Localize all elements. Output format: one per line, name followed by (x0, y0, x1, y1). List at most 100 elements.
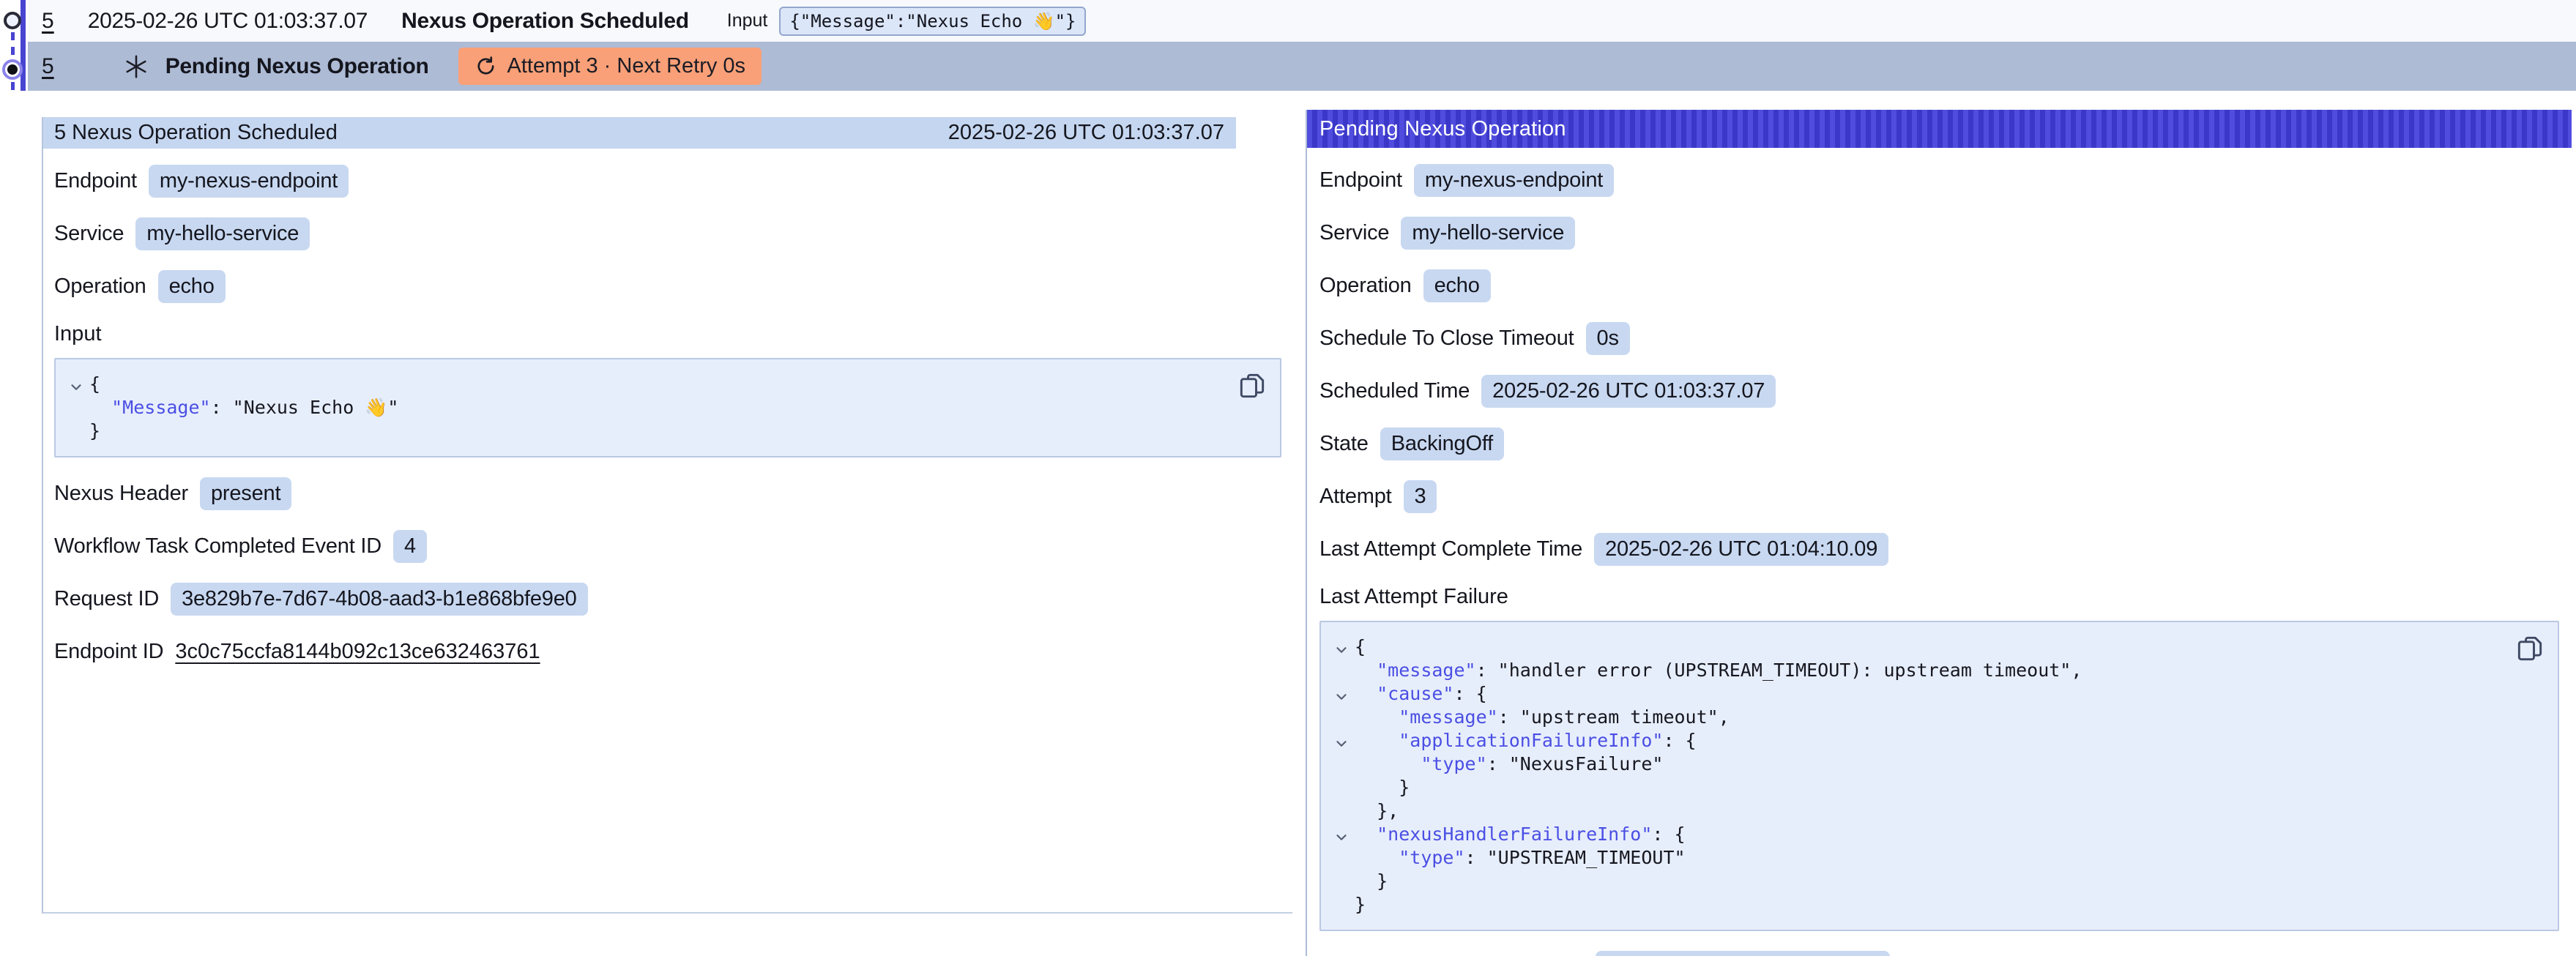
json-code-text: } (1355, 776, 1410, 799)
json-code-text: "type": "UPSTREAM_TIMEOUT" (1355, 846, 1686, 870)
json-line: { (1328, 635, 2506, 659)
json-code-text: } (89, 419, 100, 443)
copy-icon (2514, 632, 2546, 665)
json-line: } (1328, 776, 2506, 799)
json-gutter (63, 396, 89, 419)
field-value-badge: BackingOff (1380, 427, 1504, 460)
field-value-badge: 3e829b7e-7d67-4b08-aad3-b1e868bfe9e0 (171, 583, 587, 616)
timeline-node-open-icon (4, 12, 21, 29)
json-line: "applicationFailureInfo": { (1328, 729, 2506, 753)
json-gutter (1328, 776, 1355, 799)
field-value-link[interactable]: 3c0c75ccfa8144b092c13ce632463761 (175, 640, 540, 664)
field-value-badge: 4 (393, 530, 427, 563)
json-line: "message": "upstream timeout", (1328, 706, 2506, 729)
event-details-header: 5 Nexus Operation Scheduled 2025-02-26 U… (43, 117, 1236, 149)
json-gutter (1328, 799, 1355, 823)
json-collapse-chevron-icon[interactable] (63, 373, 89, 396)
pending-operation-footer-field: Next Attempt Schedule Time2025-02-26 UTC… (1319, 950, 2559, 956)
event-row-pending[interactable]: 5 Pending Nexus Operation Attempt 3 · Ne… (28, 42, 2576, 91)
retry-icon (474, 55, 497, 78)
field-row: Nexus Headerpresent (54, 477, 1292, 510)
event-details-header-title: 5 Nexus Operation Scheduled (54, 121, 338, 145)
field-row: Endpoint my-nexus-endpoint (1319, 163, 2559, 197)
json-gutter (1328, 659, 1355, 682)
field-value-badge: my-hello-service (1401, 217, 1575, 250)
field-row: Attempt 3 (1319, 479, 2559, 513)
temporal-event-history-screen: 5 2025-02-26 UTC 01:03:37.07 Nexus Opera… (0, 0, 2576, 956)
failure-section-label: Last Attempt Failure (1319, 585, 2559, 609)
event-timestamp: 2025-02-26 UTC 01:03:37.07 (88, 9, 368, 34)
timeline-active-bar (21, 0, 26, 91)
pending-operation-panel: Pending Nexus Operation Endpoint my-nexus… (1306, 110, 2572, 956)
json-line: } (1328, 870, 2506, 893)
field-row: Operationecho (1319, 269, 2559, 302)
field-label: Attempt (1319, 485, 1392, 509)
pending-operation-header-title: Pending Nexus Operation (1319, 117, 1566, 141)
json-collapse-chevron-icon[interactable] (1328, 635, 1355, 659)
timeline-dashed-connector (11, 32, 15, 60)
json-line: "type": "NexusFailure" (1328, 753, 2506, 776)
json-line: "message": "handler error (UPSTREAM_TIME… (1328, 659, 2506, 682)
json-code-text: } (1355, 893, 1366, 916)
field-label: State (1319, 432, 1369, 456)
json-collapse-chevron-icon[interactable] (1328, 682, 1355, 706)
json-code-text: { (89, 373, 100, 396)
copy-failure-button[interactable] (2514, 632, 2546, 665)
field-row: Endpoint ID3c0c75ccfa8144b092c13ce632463… (54, 635, 1292, 668)
pending-asterisk-icon (123, 53, 149, 80)
json-gutter (1328, 706, 1355, 729)
field-label: Endpoint (1319, 168, 1402, 193)
field-row: Operationecho (54, 269, 1292, 303)
event-title: Nexus Operation Scheduled (401, 9, 689, 34)
event-details-fields-bottom: Nexus Headerpresent Workflow Task Complet… (54, 477, 1292, 668)
pending-title: Pending Nexus Operation (165, 54, 429, 79)
json-code-text: "Message": "Nexus Echo 👋" (89, 396, 398, 419)
json-line: "type": "UPSTREAM_TIMEOUT" (1328, 846, 2506, 870)
json-code-text: "type": "NexusFailure" (1355, 753, 1663, 776)
event-id-link[interactable]: 5 (42, 9, 54, 34)
attempt-retry-text: Attempt 3 · Next Retry 0s (507, 54, 746, 78)
json-line: "nexusHandlerFailureInfo": { (1328, 823, 2506, 846)
field-label: Service (1319, 221, 1389, 245)
field-value-badge: 2025-02-26 UTC 01:03:37.07 (1481, 375, 1776, 408)
field-row: Servicemy-hello-service (54, 217, 1292, 250)
field-row: Last Attempt Complete Time2025-02-26 UTC… (1319, 532, 2559, 566)
event-input-preview-badge[interactable]: {"Message":"Nexus Echo 👋"} (779, 7, 1086, 36)
json-code-text: "applicationFailureInfo": { (1355, 729, 1697, 753)
json-gutter (1328, 846, 1355, 870)
event-row-scheduled[interactable]: 5 2025-02-26 UTC 01:03:37.07 Nexus Opera… (28, 0, 2576, 42)
input-json-viewer: { "Message": "Nexus Echo 👋"} (54, 358, 1281, 458)
json-collapse-chevron-icon[interactable] (1328, 823, 1355, 846)
pending-operation-fields: Endpoint my-nexus-endpoint Service my-hello… (1319, 163, 2559, 566)
attempt-retry-badge: Attempt 3 · Next Retry 0s (458, 48, 762, 85)
timeline-node-current-dot-icon (7, 64, 18, 75)
json-code-text: "nexusHandlerFailureInfo": { (1355, 823, 1686, 846)
field-row: Scheduled Time 2025-02-26 UTC 01:03:37.07 (1319, 374, 2559, 408)
json-line: } (63, 419, 1229, 443)
field-value-badge: my-nexus-endpoint (149, 165, 349, 198)
field-label: Operation (1319, 274, 1412, 298)
field-row: Next Attempt Schedule Time2025-02-26 UTC… (1319, 950, 2559, 956)
pending-operation-header: Pending Nexus Operation (1307, 110, 2572, 148)
field-label: Service (54, 222, 124, 246)
json-collapse-chevron-icon[interactable] (1328, 729, 1355, 753)
json-line: { (63, 373, 1229, 396)
json-gutter (1328, 753, 1355, 776)
field-value-badge: 0s (1586, 322, 1630, 355)
pending-id-link[interactable]: 5 (42, 54, 54, 79)
json-line: } (1328, 893, 2506, 916)
field-value-badge: my-nexus-endpoint (1414, 164, 1614, 197)
field-label: Scheduled Time (1319, 379, 1470, 403)
field-label: Schedule To Close Timeout (1319, 326, 1574, 351)
input-section-label: Input (54, 322, 1292, 346)
field-row: Request ID 3e829b7e-7d67-4b08-aad3-b1e868… (54, 582, 1292, 616)
copy-input-button[interactable] (1236, 370, 1268, 402)
json-code-text: "message": "handler error (UPSTREAM_TIME… (1355, 659, 2082, 682)
field-row: Service my-hello-service (1319, 216, 2559, 250)
field-row: Workflow Task Completed Event ID 4 (54, 529, 1292, 563)
field-value-badge: echo (158, 270, 226, 303)
field-label: Request ID (54, 587, 159, 611)
field-value-badge: 3 (1404, 480, 1437, 513)
field-label: Workflow Task Completed Event ID (54, 534, 381, 559)
field-value-badge: present (200, 477, 291, 510)
